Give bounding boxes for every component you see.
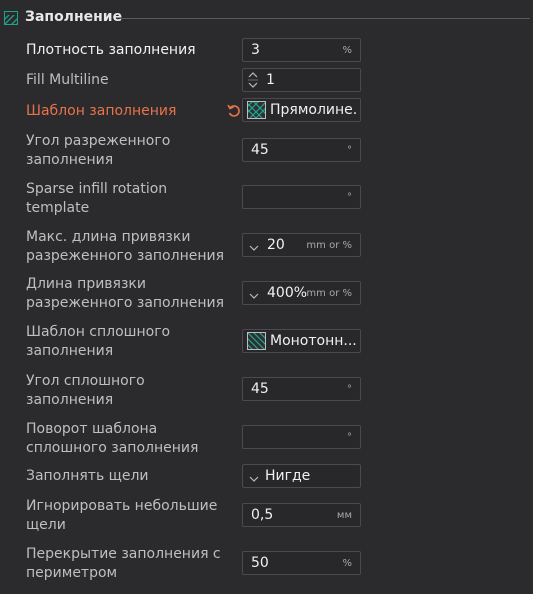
sparse-infill-rotation-template-unit: ° (347, 192, 352, 203)
label-sparse-infill-rotation-template: Sparse infill rotation template (26, 181, 168, 216)
infill-settings-panel: Заполнение Плотность заполнения 3 % Fill… (0, 0, 533, 594)
fill-multiline-value: 1 (266, 72, 275, 88)
label-ignore-small-gaps: Игнорировать небольшие щели (26, 498, 218, 533)
infill-pattern-value: Прямолине... (270, 102, 358, 118)
label-anchor-length: Длина привязки разреженного заполнения (26, 276, 225, 311)
solid-infill-angle-input[interactable]: 45 ° (242, 377, 361, 401)
label-infill-density: Плотность заполнения (26, 42, 196, 58)
infill-pattern-select[interactable]: Прямолине... (242, 98, 361, 122)
label-solid-infill-angle: Угол сплошного заполнения (26, 373, 145, 408)
max-anchor-length-unit: mm or % (306, 240, 352, 251)
section-title: Заполнение (25, 9, 123, 25)
label-solid-infill-rotation: Поворот шаблона сплошного заполнения (26, 421, 199, 456)
ignore-small-gaps-unit: мм (336, 510, 352, 521)
spin-arrows-icon[interactable] (248, 71, 258, 89)
chevron-down-icon[interactable] (248, 239, 260, 251)
infill-perimeter-overlap-unit: % (342, 558, 352, 569)
label-gap-fill: Заполнять щели (26, 468, 149, 484)
fill-multiline-stepper[interactable]: 1 (242, 68, 361, 92)
infill-icon (4, 11, 18, 25)
chevron-down-icon[interactable] (248, 287, 260, 299)
ignore-small-gaps-input[interactable]: 0,5 мм (242, 503, 361, 527)
gap-fill-select[interactable]: Нигде (242, 464, 361, 488)
label-sparse-infill-angle: Угол разреженного заполнения (26, 133, 171, 168)
solid-infill-angle-value: 45 (251, 381, 269, 397)
anchor-length-combo[interactable]: 400% mm or % (242, 281, 361, 305)
solid-infill-rotation-unit: ° (347, 432, 352, 443)
infill-perimeter-overlap-input[interactable]: 50 % (242, 551, 361, 575)
sparse-infill-angle-value: 45 (251, 142, 269, 158)
label-infill-pattern: Шаблон заполнения (26, 103, 177, 119)
monotonic-pattern-icon (247, 332, 266, 350)
label-solid-infill-pattern: Шаблон сплошного заполнения (26, 324, 171, 359)
sparse-infill-angle-input[interactable]: 45 ° (242, 138, 361, 162)
ignore-small-gaps-value: 0,5 (251, 507, 274, 523)
infill-density-unit: % (342, 45, 352, 56)
gap-fill-value: Нигде (265, 468, 311, 484)
infill-perimeter-overlap-value: 50 (251, 555, 269, 571)
solid-infill-rotation-input[interactable]: ° (242, 425, 361, 449)
max-anchor-length-combo[interactable]: 20 mm or % (242, 233, 361, 257)
label-infill-perimeter-overlap: Перекрытие заполнения с периметром (26, 546, 221, 581)
max-anchor-length-value: 20 (267, 237, 285, 253)
section-divider (120, 18, 530, 19)
solid-infill-pattern-value: Монотонн... (270, 333, 357, 349)
section-header: Заполнение (0, 8, 533, 30)
anchor-length-unit: mm or % (306, 288, 352, 299)
rectilinear-pattern-icon (247, 101, 266, 119)
infill-density-input[interactable]: 3 % (242, 38, 361, 62)
chevron-down-icon[interactable] (248, 470, 260, 482)
sparse-infill-angle-unit: ° (347, 145, 352, 156)
reset-arrow-icon[interactable] (226, 103, 242, 119)
sparse-infill-rotation-template-input[interactable]: ° (242, 185, 361, 209)
label-max-anchor-length: Макс. длина привязки разреженного заполн… (26, 229, 225, 264)
anchor-length-value: 400% (267, 285, 308, 301)
infill-density-value: 3 (251, 42, 260, 58)
solid-infill-angle-unit: ° (347, 384, 352, 395)
solid-infill-pattern-select[interactable]: Монотонн... (242, 329, 361, 353)
label-fill-multiline: Fill Multiline (26, 72, 109, 88)
